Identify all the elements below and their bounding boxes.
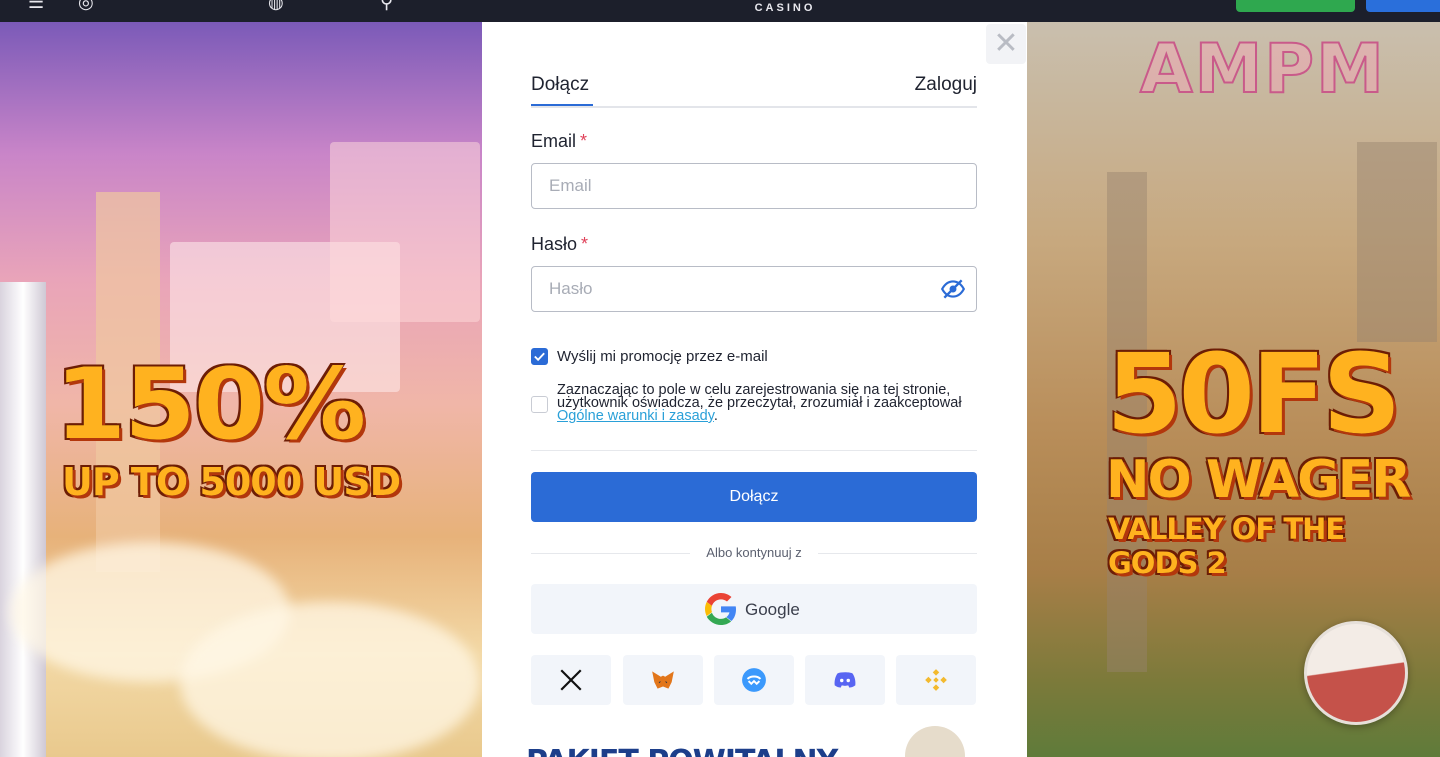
bonus-amount-text: UP TO 5000 USD [62,460,401,504]
register-button[interactable] [1236,0,1355,12]
walletconnect-login-button[interactable] [714,655,794,705]
walletconnect-icon [742,668,766,692]
binance-login-button[interactable] [896,655,976,705]
language-flag-button[interactable] [1304,621,1408,725]
promo-email-label: Wyślij mi promocję przez e-mail [557,348,768,365]
search-icon[interactable]: ⚲ [380,0,393,13]
brand-logo[interactable]: CASINO [740,2,830,14]
terms-link[interactable]: Ogólne warunki i zasady [557,408,714,424]
instagram-icon[interactable]: ◎ [78,0,94,13]
email-field[interactable] [531,163,977,209]
terms-checkbox[interactable] [531,396,548,413]
password-label: Hasło * [531,234,588,255]
google-label: Google [745,600,800,619]
password-field[interactable] [531,266,977,312]
email-label: Email * [531,131,587,152]
terms-text: Zaznaczając to pole w celu zarejestrowan… [557,382,982,424]
promo-email-checkbox[interactable] [531,348,548,365]
auth-tabs: Dołącz Zaloguj [531,72,977,108]
x-login-button[interactable] [531,655,611,705]
discord-login-button[interactable] [805,655,885,705]
metamask-icon [652,671,674,689]
tab-join[interactable]: Dołącz [531,74,594,106]
metamask-login-button[interactable] [623,655,703,705]
provider-logo: AMPM [1139,29,1386,110]
top-navigation-bar: ☰ ◎ ◍ ⚲ CASINO [0,0,1440,22]
menu-icon[interactable]: ☰ [28,0,44,13]
x-icon [560,669,582,691]
discord-icon [834,672,856,688]
login-button[interactable] [1366,0,1440,12]
free-spins-text: 50FS [1106,330,1401,458]
required-marker: * [581,234,589,254]
google-icon [705,593,736,625]
globe-icon[interactable]: ◍ [268,0,284,13]
eye-off-icon[interactable] [940,276,966,302]
required-marker: * [580,131,588,151]
divider [531,450,977,451]
checkmark-icon [534,352,545,362]
or-continue-text: Albo kontynuuj z [690,545,818,560]
divider [812,553,977,554]
terms-suffix: . [713,408,718,424]
join-button[interactable]: Dołącz [531,472,977,522]
tab-login[interactable]: Zaloguj [915,74,977,96]
email-label-text: Email [531,131,577,151]
close-icon[interactable]: ✕ [986,24,1026,64]
binance-icon [925,669,947,691]
bonus-percent-text: 150% [54,348,367,462]
welcome-package-banner[interactable]: PAKIET POWITALNY [526,744,838,757]
divider [531,553,696,554]
google-login-button[interactable]: Google [531,584,977,634]
password-label-text: Hasło [531,234,578,254]
no-wager-text: NO WAGER [1106,450,1411,510]
terms-body: Zaznaczając to pole w celu zarejestrowan… [557,382,962,411]
game-name-text: VALLEY OF THE GODS 2 [1108,512,1345,580]
